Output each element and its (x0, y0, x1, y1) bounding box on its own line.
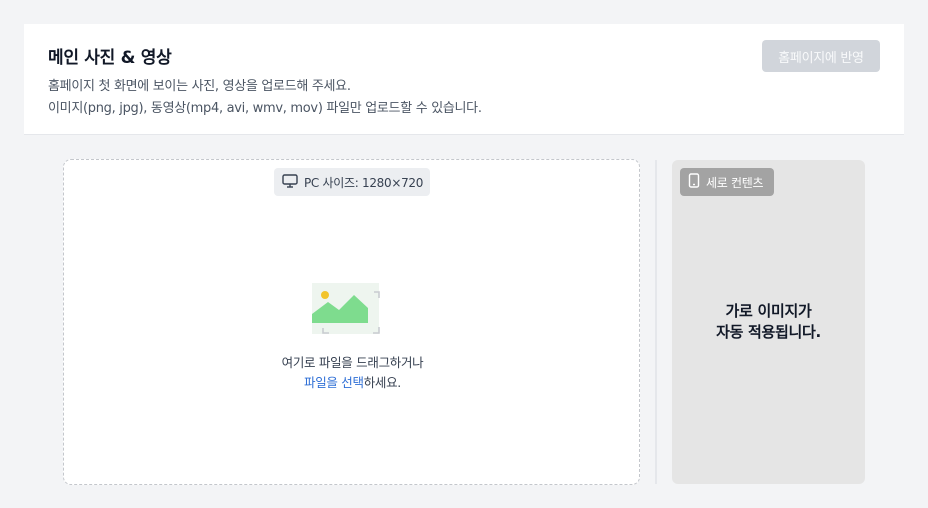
image-placeholder-icon (311, 281, 383, 341)
auto-apply-message: 가로 이미지가 자동 적용됩니다. (672, 301, 865, 343)
smartphone-icon (688, 173, 700, 191)
drag-text: 여기로 파일을 드래그하거나 (281, 355, 424, 370)
section-description: 홈페이지 첫 화면에 보이는 사진, 영상을 업로드해 주세요. 이미지(png… (48, 76, 482, 120)
select-suffix: 하세요. (363, 375, 402, 390)
auto-apply-line-2: 자동 적용됩니다. (716, 323, 821, 341)
dropzone-instructions: 여기로 파일을 드래그하거나 파일을 선택하세요. (64, 353, 641, 393)
description-line-2: 이미지(png, jpg), 동영상(mp4, avi, wmv, mov) 파… (48, 101, 482, 116)
section-title: 메인 사진 & 영상 (48, 48, 172, 68)
vertical-content-panel: 세로 컨텐츠 가로 이미지가 자동 적용됩니다. (672, 160, 865, 484)
auto-apply-line-1: 가로 이미지가 (725, 302, 812, 320)
apply-to-homepage-button[interactable]: 홈페이지에 반영 (762, 40, 880, 72)
vertical-content-badge: 세로 컨텐츠 (680, 168, 774, 196)
divider (655, 160, 657, 484)
main-media-header: 메인 사진 & 영상 홈페이지 첫 화면에 보이는 사진, 영상을 업로드해 주… (24, 24, 904, 135)
description-line-1: 홈페이지 첫 화면에 보이는 사진, 영상을 업로드해 주세요. (48, 79, 351, 94)
vertical-content-label: 세로 컨텐츠 (706, 175, 764, 190)
pc-size-badge: PC 사이즈: 1280×720 (274, 168, 430, 196)
pc-size-label: PC 사이즈: 1280×720 (304, 175, 424, 190)
monitor-icon (282, 173, 298, 191)
upload-dropzone[interactable]: PC 사이즈: 1280×720 여기로 파일을 드래그하거나 파일을 선택하세… (63, 159, 640, 485)
select-file-link[interactable]: 파일을 선택 (304, 375, 364, 390)
